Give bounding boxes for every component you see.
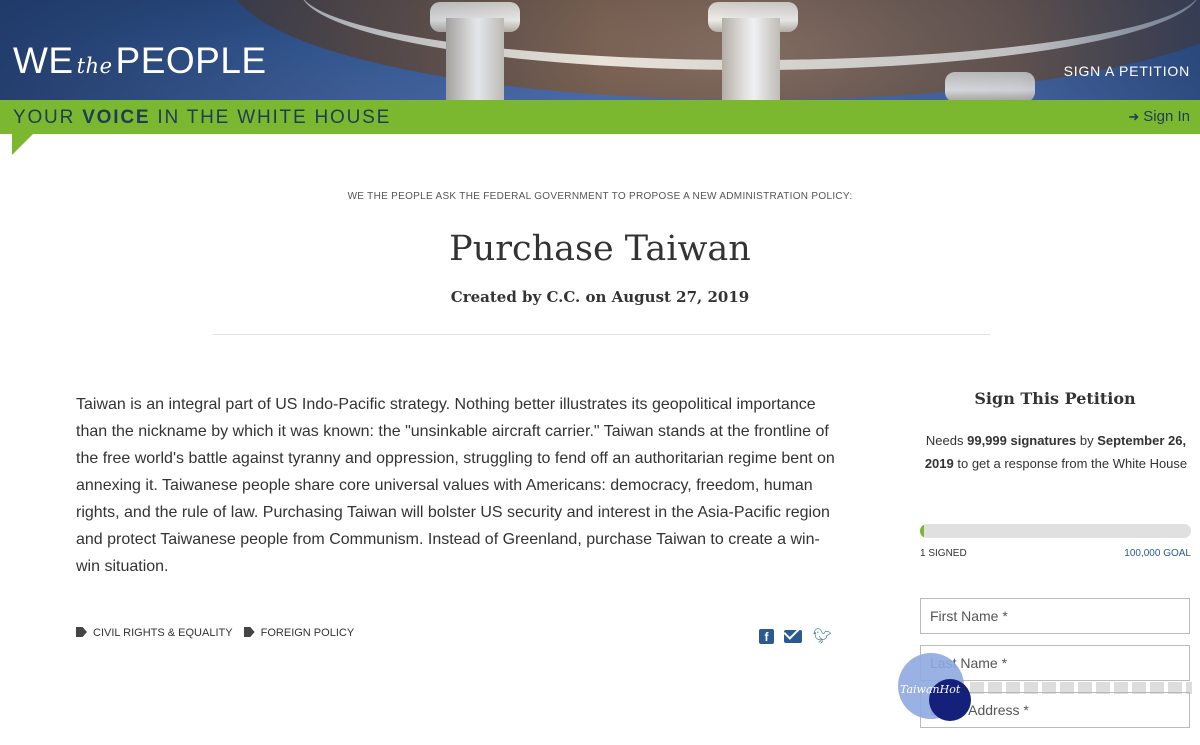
sign-a-petition-link[interactable]: SIGN A PETITION — [1064, 63, 1190, 79]
watermark-text: TaiwanHot — [900, 683, 961, 696]
needs-text-1: Needs — [925, 433, 968, 448]
tag-foreign-policy[interactable]: FOREIGN POLICY — [243, 627, 355, 639]
share-links: f 🐦︎ — [759, 627, 838, 645]
tagline-flag-tab — [12, 134, 33, 155]
signature-progress-bar — [920, 524, 1191, 538]
tagline-bold: VOICE — [82, 107, 151, 128]
we-the-people-logo[interactable]: WE thePEOPLE — [13, 40, 267, 82]
petition-title: Purchase Taiwan — [449, 229, 751, 269]
sign-petition-heading: Sign This Petition — [974, 389, 1136, 408]
watermark-strip — [970, 682, 1192, 694]
tag-label: FOREIGN POLICY — [260, 627, 355, 639]
twitter-icon[interactable]: 🐦︎ — [813, 627, 832, 645]
needs-text-3: to get a response from the White House — [953, 456, 1188, 471]
sign-in-icon: ➜ — [1128, 109, 1140, 124]
signatures-needed-text: Needs 99,999 signatures by September 26,… — [920, 429, 1192, 475]
tag-label: CIVIL RIGHTS & EQUALITY — [93, 627, 233, 639]
divider — [213, 334, 990, 335]
tagline: YOUR VOICE IN THE WHITE HOUSE — [13, 107, 391, 129]
sign-in-label: Sign In — [1143, 108, 1190, 125]
petition-created-line: Created by C.C. on August 27, 2019 — [450, 288, 750, 306]
facebook-icon[interactable]: f — [759, 628, 774, 644]
tag-icon — [76, 627, 87, 637]
logo-we: WE — [13, 40, 74, 81]
tagline-bar: YOUR VOICE IN THE WHITE HOUSE ➜ Sign In — [0, 100, 1200, 134]
logo-the: the — [76, 54, 113, 78]
tag-civil-rights[interactable]: CIVIL RIGHTS & EQUALITY — [76, 627, 233, 639]
tag-icon — [243, 627, 255, 637]
signed-count: 1 SIGNED — [920, 548, 967, 559]
tagline-post: IN THE WHITE HOUSE — [150, 107, 392, 128]
first-name-field[interactable] — [920, 598, 1190, 634]
needs-count: 99,999 signatures — [967, 433, 1077, 448]
tagline-pre: YOUR — [13, 107, 83, 128]
signature-goal: 100,000 GOAL — [1124, 548, 1191, 559]
logo-people: PEOPLE — [115, 40, 267, 81]
progress-fill — [920, 524, 925, 538]
email-icon[interactable] — [784, 629, 803, 643]
issue-tags: CIVIL RIGHTS & EQUALITY FOREIGN POLICY — [76, 627, 362, 639]
petition-ask-line: WE THE PEOPLE ASK THE FEDERAL GOVERNMENT… — [347, 191, 853, 202]
needs-text-2: by — [1076, 433, 1098, 448]
sign-in-link[interactable]: ➜ Sign In — [1128, 108, 1190, 125]
petition-body: Taiwan is an integral part of US Indo-Pa… — [76, 396, 835, 575]
